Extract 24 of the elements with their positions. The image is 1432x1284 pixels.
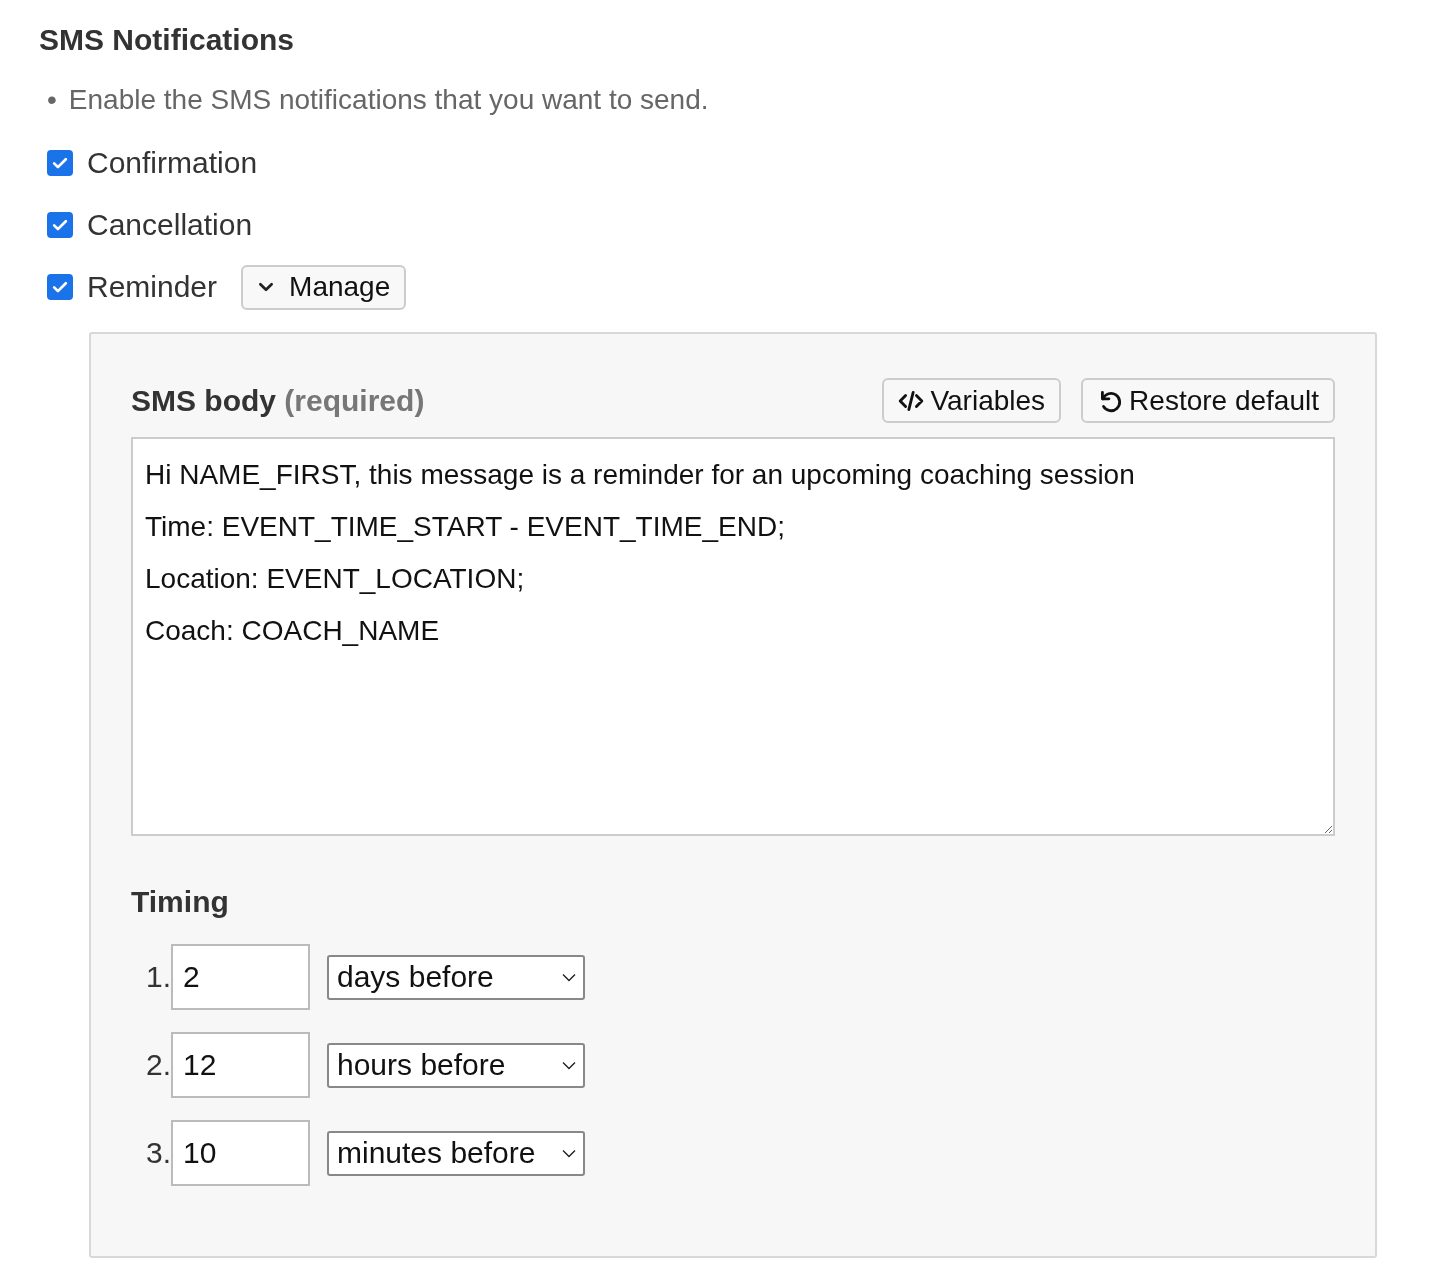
section-heading: SMS Notifications	[39, 22, 295, 58]
number-field[interactable]: 12	[171, 1032, 310, 1098]
manage-button[interactable]: Manage	[241, 264, 407, 310]
checkbox[interactable]	[47, 274, 73, 300]
list-number: 1.	[144, 960, 171, 994]
checkbox[interactable]	[47, 150, 73, 176]
checkbox-label[interactable]: Confirmation	[87, 146, 258, 180]
checkbox[interactable]	[47, 212, 73, 238]
variables-button[interactable]: Variables	[882, 378, 1062, 423]
checkbox-label[interactable]: Cancellation	[87, 208, 253, 242]
number-field[interactable]: 2	[171, 944, 310, 1010]
checkbox-label[interactable]: Reminder	[87, 270, 218, 304]
sms-body-field[interactable]: Hi NAME_FIRST, this message is a reminder for an upcoming coaching session Time: EVENT_TIME_START - EVENT_TIME_END; Location: EVENT_LOCATION; Coach: COACH_NAME	[131, 437, 1335, 836]
bullet-marker: •	[47, 83, 57, 117]
unit-dropdown[interactable]: hours before	[327, 1042, 585, 1088]
unit-dropdown[interactable]: days before	[327, 954, 585, 1000]
number-field[interactable]: 10	[171, 1120, 310, 1186]
unit-dropdown[interactable]: minutes before	[327, 1130, 585, 1176]
timing-label: Timing	[131, 884, 230, 920]
list-number: 2.	[144, 1048, 171, 1082]
field-label: SMS body (required)	[131, 383, 425, 418]
list-number: 3.	[144, 1136, 171, 1170]
restore-default-button[interactable]: Restore default	[1081, 378, 1335, 423]
hint-text: Enable the SMS notifications that you want to send.	[68, 83, 709, 117]
